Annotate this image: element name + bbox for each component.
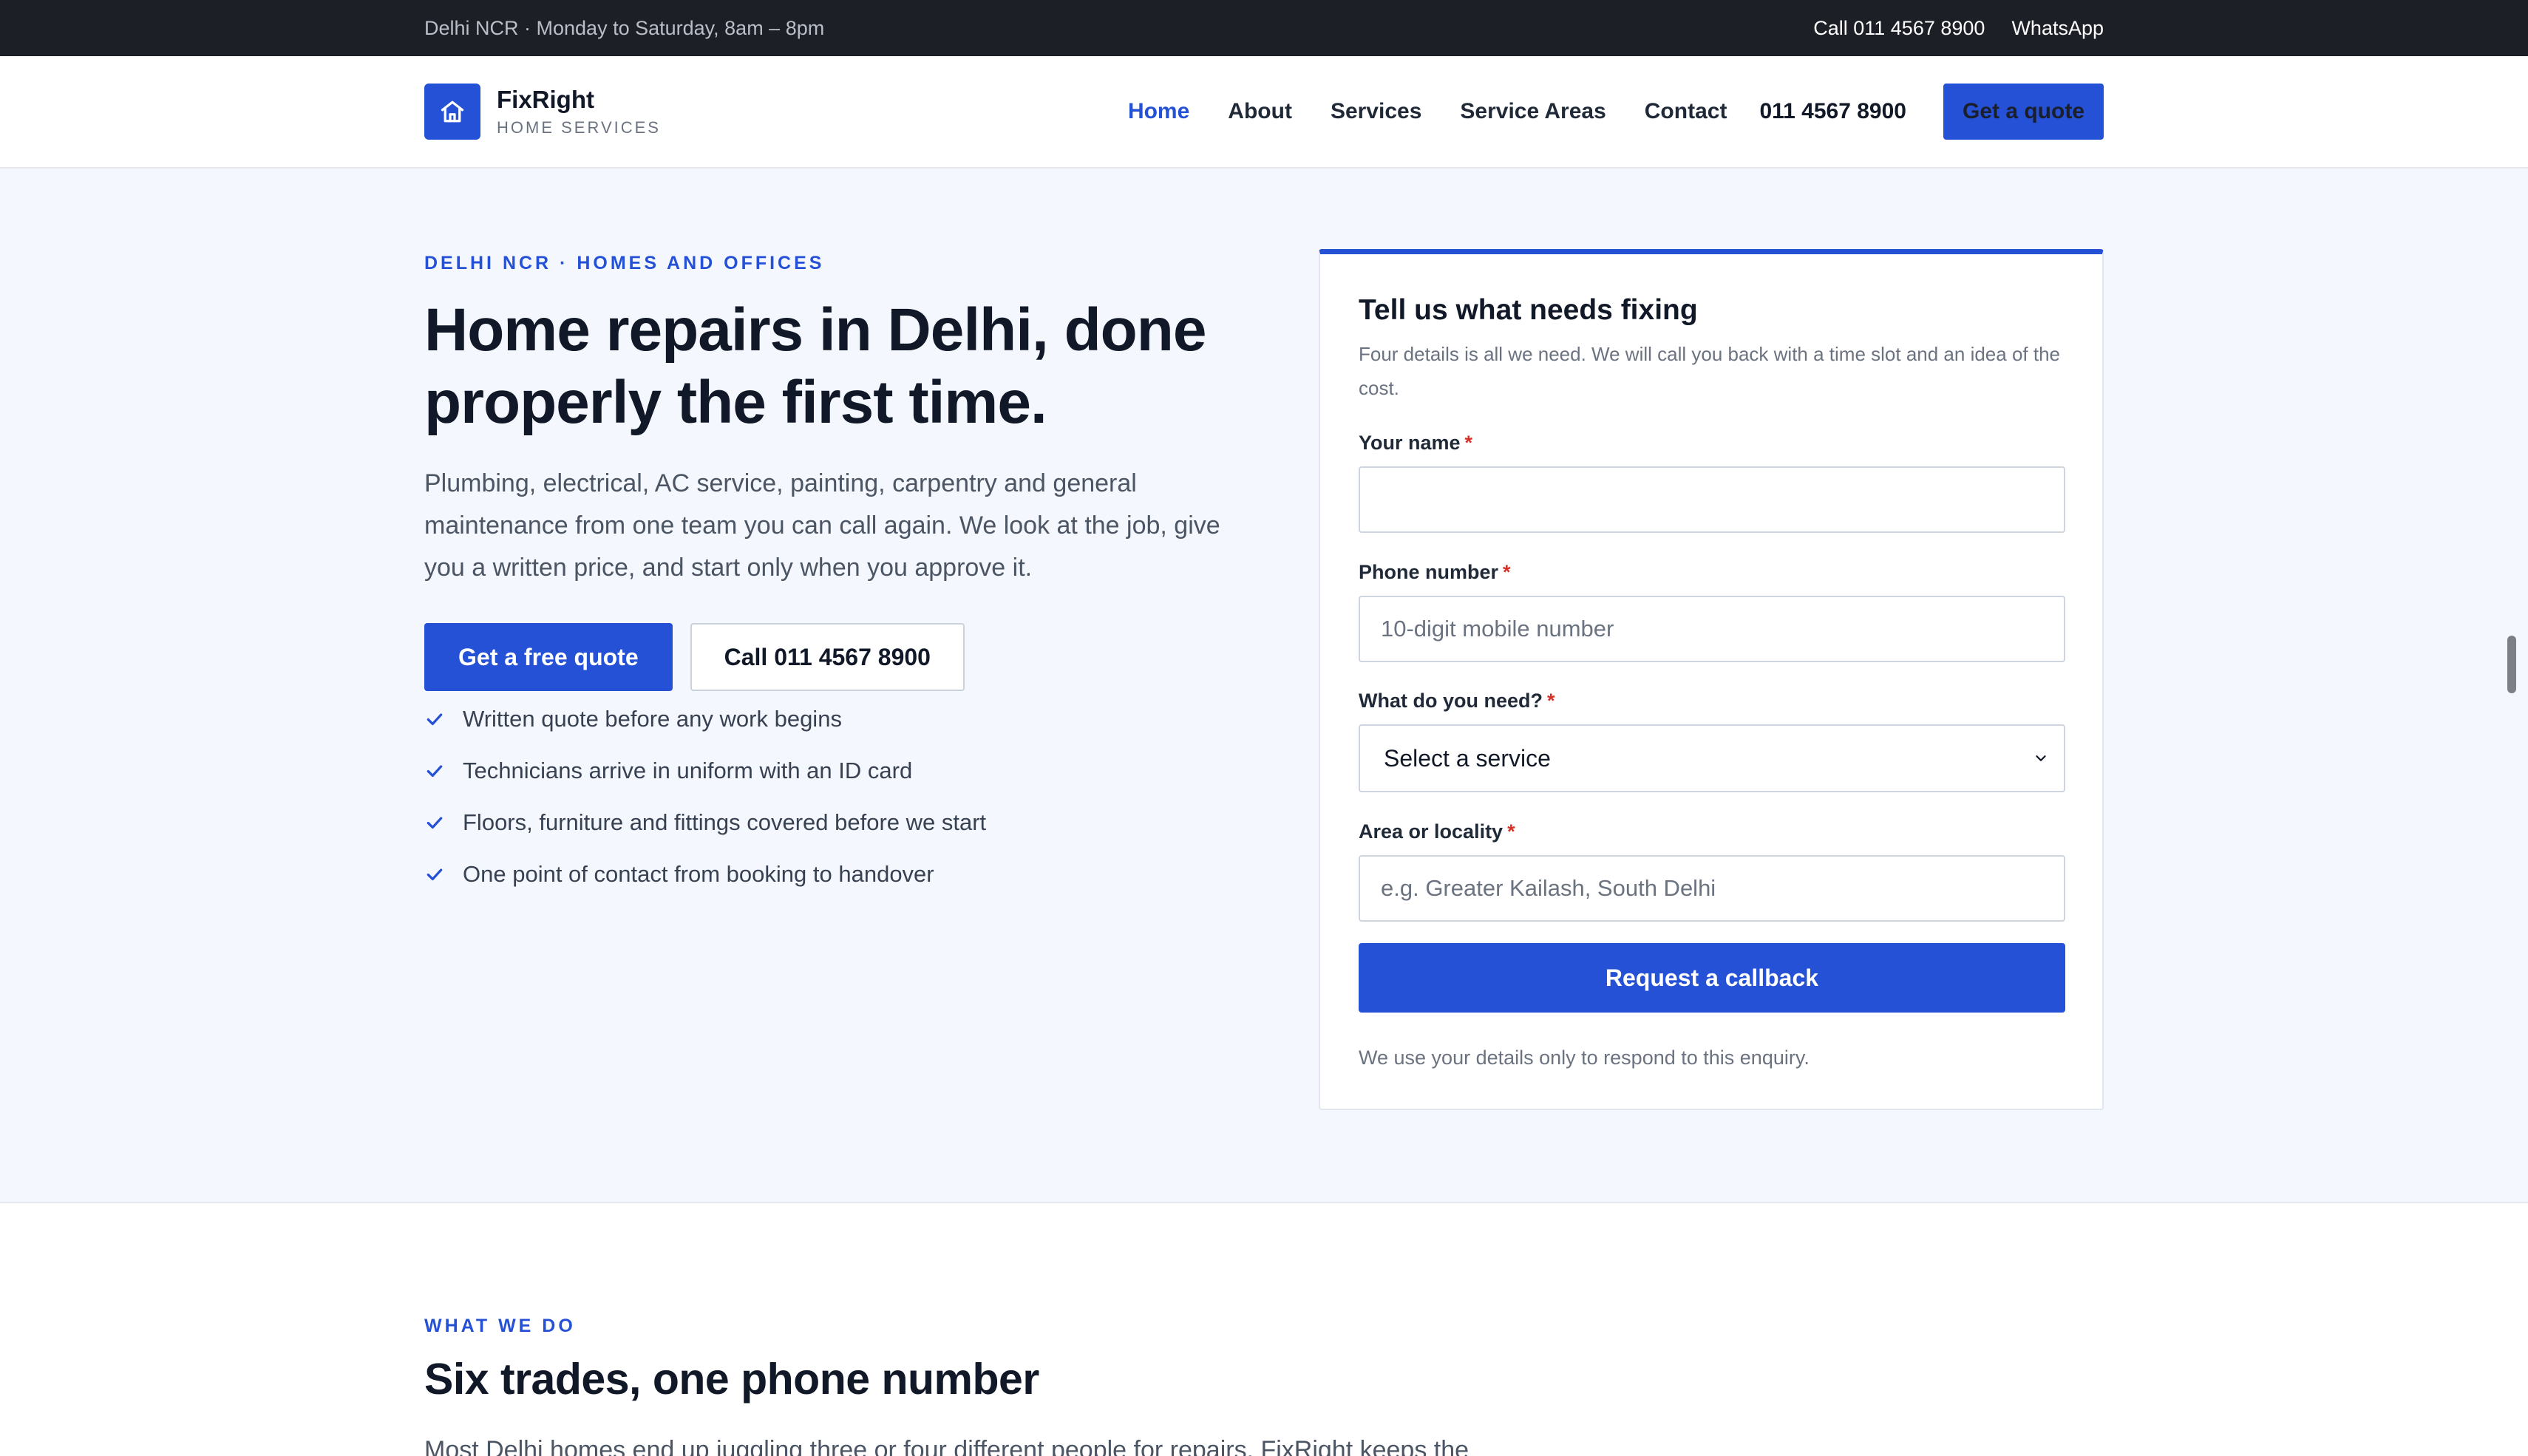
nav-service-areas[interactable]: Service Areas bbox=[1460, 99, 1606, 124]
topbar-call-link[interactable]: Call 011 4567 8900 bbox=[1813, 17, 1985, 40]
header-phone-link[interactable]: 011 4567 8900 bbox=[1759, 99, 1906, 124]
benefit-text: Written quote before any work begins bbox=[463, 706, 842, 732]
service-select-value: Select a service bbox=[1384, 744, 1551, 772]
phone-label: Phone number * bbox=[1359, 561, 1511, 583]
list-item: One point of contact from booking to han… bbox=[424, 848, 986, 900]
brand-tagline: HOME SERVICES bbox=[497, 118, 661, 137]
nav-home[interactable]: Home bbox=[1128, 99, 1189, 124]
hero-description: Plumbing, electrical, AC service, painti… bbox=[424, 469, 1220, 582]
house-icon bbox=[441, 101, 464, 123]
form-title: Tell us what needs fixing bbox=[1359, 294, 1698, 326]
list-item: Floors, furniture and fittings covered b… bbox=[424, 797, 986, 848]
free-quote-button[interactable]: Get a free quote bbox=[424, 623, 673, 691]
section-description: Most Delhi homes end up juggling three o… bbox=[424, 1436, 1469, 1456]
scrollbar-thumb[interactable] bbox=[2507, 636, 2516, 693]
privacy-note: We use your details only to respond to t… bbox=[1359, 1047, 1810, 1069]
nav-services[interactable]: Services bbox=[1331, 99, 1421, 124]
section-title: Six trades, one phone number bbox=[424, 1355, 1039, 1404]
brand-logo-link[interactable]: FixRight HOME SERVICES bbox=[424, 84, 661, 140]
area-label: Area or locality * bbox=[1359, 820, 1515, 843]
checkmark-icon bbox=[424, 709, 445, 729]
request-callback-button[interactable]: Request a callback bbox=[1359, 943, 2065, 1013]
area-field[interactable] bbox=[1359, 855, 2065, 922]
benefit-text: One point of contact from booking to han… bbox=[463, 861, 934, 887]
chevron-down-icon bbox=[2036, 755, 2046, 761]
topbar-links: Call 011 4567 8900 WhatsApp bbox=[1813, 17, 2104, 40]
logo-badge bbox=[424, 84, 480, 140]
service-label: What do you need? * bbox=[1359, 690, 1555, 712]
hero-eyebrow: DELHI NCR · HOMES AND OFFICES bbox=[424, 253, 825, 273]
enquiry-form-card: Tell us what needs fixing Four details i… bbox=[1319, 249, 2104, 1110]
section-eyebrow: WHAT WE DO bbox=[424, 1316, 576, 1336]
business-hours: Delhi NCR · Monday to Saturday, 8am – 8p… bbox=[424, 16, 825, 39]
hero-section: DELHI NCR · HOMES AND OFFICES Home repai… bbox=[0, 169, 2528, 1203]
get-quote-button[interactable]: Get a quote bbox=[1943, 84, 2104, 140]
topbar-whatsapp-link[interactable]: WhatsApp bbox=[2011, 17, 2104, 40]
hero-actions: Get a free quote Call 011 4567 8900 bbox=[424, 623, 965, 691]
form-subtitle: Four details is all we need. We will cal… bbox=[1359, 343, 2060, 399]
checkmark-icon bbox=[424, 761, 445, 781]
checkmark-icon bbox=[424, 812, 445, 833]
top-bar: Delhi NCR · Monday to Saturday, 8am – 8p… bbox=[0, 0, 2528, 56]
nav-about[interactable]: About bbox=[1228, 99, 1292, 124]
list-item: Technicians arrive in uniform with an ID… bbox=[424, 745, 986, 797]
phone-field[interactable] bbox=[1359, 596, 2065, 662]
name-field[interactable] bbox=[1359, 466, 2065, 533]
benefits-list: Written quote before any work begins Tec… bbox=[424, 693, 986, 900]
benefit-text: Technicians arrive in uniform with an ID… bbox=[463, 758, 913, 783]
hero-title: Home repairs in Delhi, done properly the… bbox=[424, 296, 1206, 436]
benefit-text: Floors, furniture and fittings covered b… bbox=[463, 809, 987, 835]
checkmark-icon bbox=[424, 864, 445, 885]
name-label: Your name * bbox=[1359, 432, 1473, 454]
site-header: FixRight HOME SERVICES Home About Servic… bbox=[0, 56, 2528, 169]
service-select[interactable]: Select a service bbox=[1359, 724, 2065, 792]
brand-name: FixRight bbox=[497, 86, 594, 113]
list-item: Written quote before any work begins bbox=[424, 693, 986, 745]
main-nav: Home About Services Service Areas Contac… bbox=[1128, 99, 1727, 124]
call-button[interactable]: Call 011 4567 8900 bbox=[690, 623, 965, 691]
nav-contact[interactable]: Contact bbox=[1645, 99, 1727, 124]
